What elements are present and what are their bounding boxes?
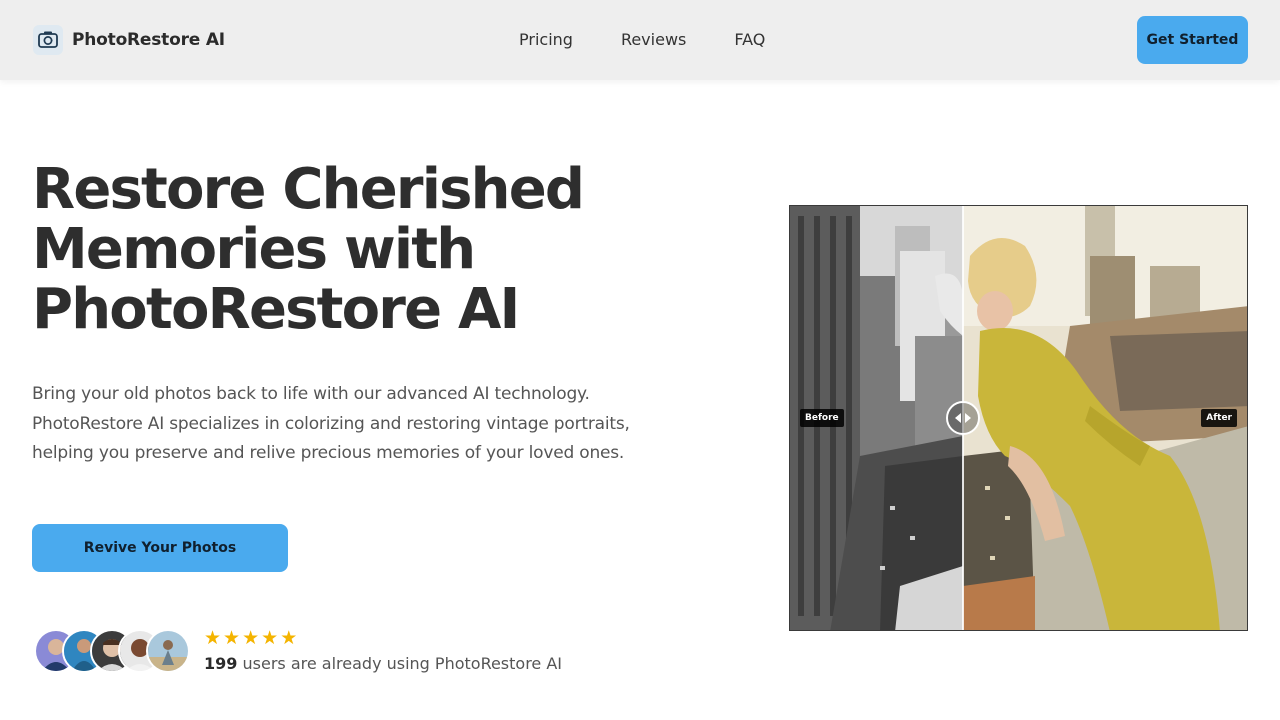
hero-subtitle: Bring your old photos back to life with …: [32, 380, 672, 469]
hero-subtitle-line: helping you preserve and relive precious…: [32, 443, 625, 463]
rating-stars: ★ ★ ★ ★ ★: [204, 628, 297, 648]
nav-link-pricing[interactable]: Pricing: [519, 28, 573, 52]
comparison-image: [790, 206, 1247, 630]
star-icon: ★: [204, 627, 222, 649]
user-count-text: 199 users are already using PhotoRestore…: [204, 654, 562, 673]
after-label: After: [1201, 409, 1237, 427]
hero-title-line: Memories with: [32, 217, 476, 282]
hero-title-line: Restore Cherished: [32, 157, 585, 222]
brand-name: PhotoRestore AI: [72, 30, 225, 50]
left-right-arrows-icon[interactable]: [946, 401, 980, 435]
star-icon: ★: [242, 627, 260, 649]
hero-subtitle-line: Bring your old photos back to life with …: [32, 384, 590, 404]
camera-restore-icon: [33, 25, 63, 55]
avatar: [146, 629, 190, 673]
revive-photos-button[interactable]: Revive Your Photos: [32, 524, 288, 572]
get-started-button[interactable]: Get Started: [1137, 16, 1248, 64]
brand-logo-link[interactable]: PhotoRestore AI: [33, 24, 225, 56]
star-icon: ★: [261, 627, 279, 649]
site-header: PhotoRestore AI Pricing Reviews FAQ Get …: [0, 0, 1280, 80]
user-avatars: [34, 629, 194, 673]
hero-title: Restore Cherished Memories with PhotoRes…: [32, 160, 672, 340]
hero-title-line: PhotoRestore AI: [32, 277, 520, 342]
user-count-label: users are already using PhotoRestore AI: [242, 654, 563, 673]
star-icon: ★: [280, 627, 298, 649]
nav-link-reviews[interactable]: Reviews: [621, 28, 686, 52]
main-nav: Pricing Reviews FAQ: [519, 28, 765, 52]
before-label: Before: [800, 409, 844, 427]
hero-subtitle-line: PhotoRestore AI specializes in colorizin…: [32, 413, 630, 434]
star-icon: ★: [223, 627, 241, 649]
user-count: 199: [204, 654, 238, 673]
nav-link-faq[interactable]: FAQ: [734, 28, 765, 52]
before-after-comparison[interactable]: Before After: [789, 205, 1248, 631]
